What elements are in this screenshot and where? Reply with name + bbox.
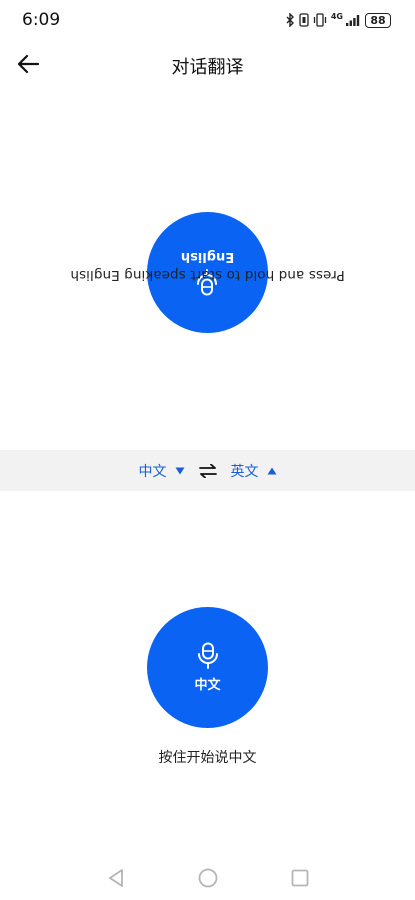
chinese-prompt: 按住开始说中文 [158,750,257,766]
target-language-select[interactable]: 英文 [231,461,277,481]
conversation-translate-screen: 6:09 4G 88 对话翻译 English Press and hold t… [0,0,415,900]
triangle-down-icon [175,467,184,474]
network-type: 4G [330,11,343,21]
nav-back-icon [108,869,123,887]
english-prompt: Press and hold to start speaking English [70,267,345,283]
target-language-label: 英文 [230,463,259,480]
microphone-icon [197,642,218,669]
signal-icon [346,15,360,26]
english-mic-label: English [180,249,235,264]
status-bar: 6:09 4G 88 [0,0,415,40]
nav-recents-icon [291,869,308,887]
source-language-select[interactable]: 中文 [139,461,185,481]
chinese-mic-button[interactable]: 中文 [147,607,268,728]
upper-rotated-content: English Press and hold to start speaking… [0,88,415,450]
nav-home-button[interactable] [196,866,220,890]
system-nav-bar [0,860,415,896]
app-bar: 对话翻译 [0,40,415,88]
triangle-up-icon [267,467,276,474]
battery-level: 88 [370,13,386,27]
upper-speaker-panel: English Press and hold to start speaking… [0,88,415,450]
nav-home-icon [198,868,217,888]
bluetooth-icon [286,13,294,27]
battery-icon: 88 [365,12,391,28]
swap-arrows-icon [198,463,217,478]
swap-languages-button[interactable] [198,463,217,478]
status-icons: 4G 88 [286,11,391,29]
nfc-icon [299,13,309,27]
status-time: 6:09 [22,10,61,30]
nav-back-button[interactable] [104,866,128,890]
language-switch-bar: 中文 英文 [0,450,415,491]
source-language-label: 中文 [138,463,167,480]
nav-recents-button[interactable] [288,866,312,890]
chinese-mic-label: 中文 [194,678,221,693]
vibrate-icon [313,13,327,27]
page-title: 对话翻译 [171,57,244,78]
